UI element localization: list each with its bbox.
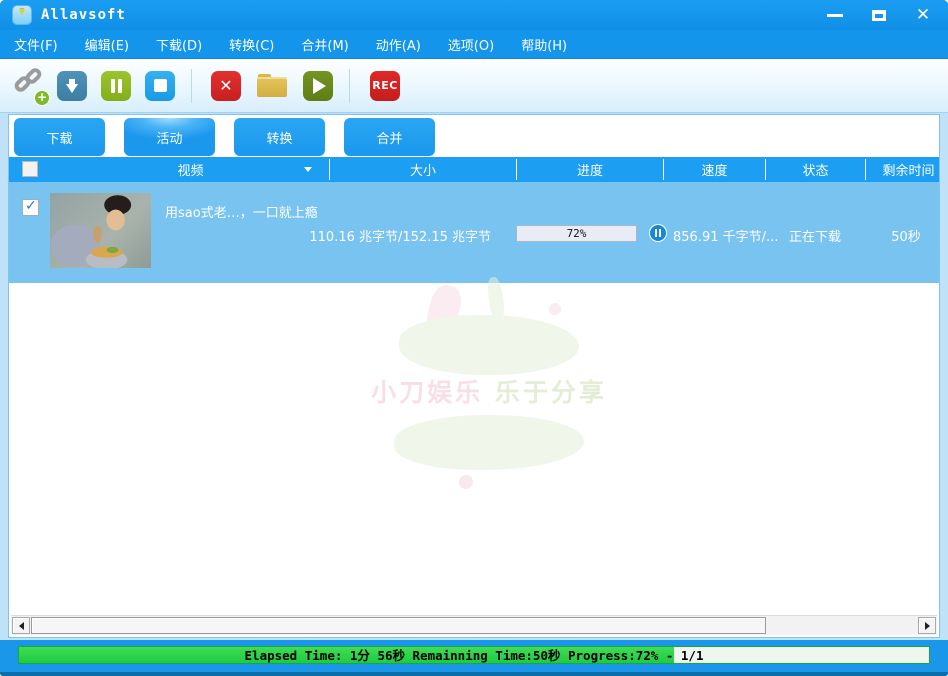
toolbar: + ✕ REC — [0, 58, 948, 113]
close-icon: ✕ — [916, 7, 930, 24]
add-url-button[interactable]: + — [14, 69, 48, 103]
column-header-status[interactable]: 状态 — [766, 157, 865, 182]
table-header: 视频 大小 进度 速度 状态 剩余时间 — [9, 157, 939, 182]
maximize-icon — [872, 10, 886, 21]
pause-icon — [111, 79, 122, 93]
toolbar-separator — [349, 69, 350, 103]
menu-download[interactable]: 下载(D) — [156, 35, 202, 54]
delete-x-icon: ✕ — [219, 78, 232, 94]
row-progress-bar: 72% — [516, 225, 637, 242]
scroll-left-icon — [19, 622, 24, 630]
video-thumbnail — [50, 193, 151, 268]
window-title: Allavsoft — [41, 7, 126, 23]
menu-merge[interactable]: 合并(M) — [301, 35, 348, 54]
delete-button[interactable]: ✕ — [211, 71, 241, 101]
video-title: 用sao式老…，一口就上瘾 — [165, 202, 318, 221]
tab-bar: 下载 活动 转换 合并 — [9, 118, 435, 156]
column-header-speed[interactable]: 速度 — [664, 157, 765, 182]
tab-download[interactable]: 下载 — [14, 118, 105, 156]
statusbar: Elapsed Time: 1分 56秒 Remainning Time:50秒… — [0, 640, 948, 676]
plus-badge-icon: + — [35, 91, 49, 105]
tab-merge[interactable]: 合并 — [344, 118, 435, 156]
menu-action[interactable]: 动作(A) — [376, 35, 421, 54]
menu-edit[interactable]: 编辑(E) — [85, 35, 129, 54]
app-logo-icon — [13, 6, 31, 24]
content-frame: 下载 活动 转换 合并 视频 大小 进度 速度 状态 剩余时间 — [0, 113, 948, 640]
overall-progress-bar: Elapsed Time: 1分 56秒 Remainning Time:50秒… — [18, 646, 930, 664]
toolbar-separator — [191, 69, 192, 103]
play-button[interactable] — [303, 71, 333, 101]
stop-button[interactable] — [145, 71, 175, 101]
watermark-logo: 小刀娱乐 乐于分享 — [339, 285, 639, 525]
select-all-checkbox[interactable] — [22, 161, 38, 177]
sort-dropdown-icon[interactable] — [304, 167, 312, 172]
scroll-left-button[interactable] — [12, 617, 30, 634]
menu-help[interactable]: 帮助(H) — [521, 35, 567, 54]
menu-convert[interactable]: 转换(C) — [229, 35, 274, 54]
download-list-panel: 下载 活动 转换 合并 视频 大小 进度 速度 状态 剩余时间 — [8, 114, 940, 638]
column-header-remaining[interactable]: 剩余时间 — [866, 157, 940, 182]
window-controls: ✕ — [820, 0, 938, 30]
tab-convert[interactable]: 转换 — [234, 118, 325, 156]
download-row[interactable]: 用sao式老…，一口就上瘾 110.16 兆字节/152.15 兆字节 72% … — [9, 182, 939, 283]
row-pause-icon[interactable] — [649, 224, 667, 242]
tab-activity[interactable]: 活动 — [124, 118, 215, 156]
maximize-button[interactable] — [864, 3, 894, 27]
menu-options[interactable]: 选项(O) — [448, 35, 494, 54]
download-size: 110.16 兆字节/152.15 兆字节 — [309, 226, 491, 245]
play-icon — [313, 78, 326, 94]
scrollbar-thumb[interactable] — [31, 617, 766, 634]
scroll-right-button[interactable] — [918, 617, 936, 634]
titlebar: Allavsoft ✕ — [0, 0, 948, 30]
scroll-right-icon — [925, 622, 930, 630]
start-download-button[interactable] — [57, 71, 87, 101]
row-progress-label: 72% — [517, 226, 636, 241]
download-status: 正在下载 — [765, 226, 865, 245]
download-remaining-time: 50秒 — [865, 226, 940, 245]
watermark-text: 小刀娱乐 乐于分享 — [339, 373, 639, 409]
column-header-size[interactable]: 大小 — [330, 157, 516, 182]
open-folder-button[interactable] — [257, 74, 289, 98]
horizontal-scrollbar[interactable] — [11, 615, 937, 635]
download-speed: 856.91 千字节/... — [673, 226, 778, 245]
close-button[interactable]: ✕ — [908, 3, 938, 27]
menu-file[interactable]: 文件(F) — [14, 35, 58, 54]
minimize-icon — [827, 14, 843, 17]
pause-button[interactable] — [101, 71, 131, 101]
column-header-progress[interactable]: 进度 — [517, 157, 663, 182]
download-arrow-icon — [66, 79, 78, 93]
row-checkbox-checked[interactable] — [22, 199, 39, 216]
menubar: 文件(F) 编辑(E) 下载(D) 转换(C) 合并(M) 动作(A) 选项(O… — [0, 30, 948, 58]
record-button[interactable]: REC — [370, 71, 400, 101]
stop-icon — [154, 79, 167, 92]
statusbar-text: Elapsed Time: 1分 56秒 Remainning Time:50秒… — [19, 647, 929, 663]
minimize-button[interactable] — [820, 3, 850, 27]
app-window: Allavsoft ✕ 文件(F) 编辑(E) 下载(D) 转换(C) 合并(M… — [0, 0, 948, 676]
column-header-video[interactable]: 视频 — [52, 157, 329, 182]
